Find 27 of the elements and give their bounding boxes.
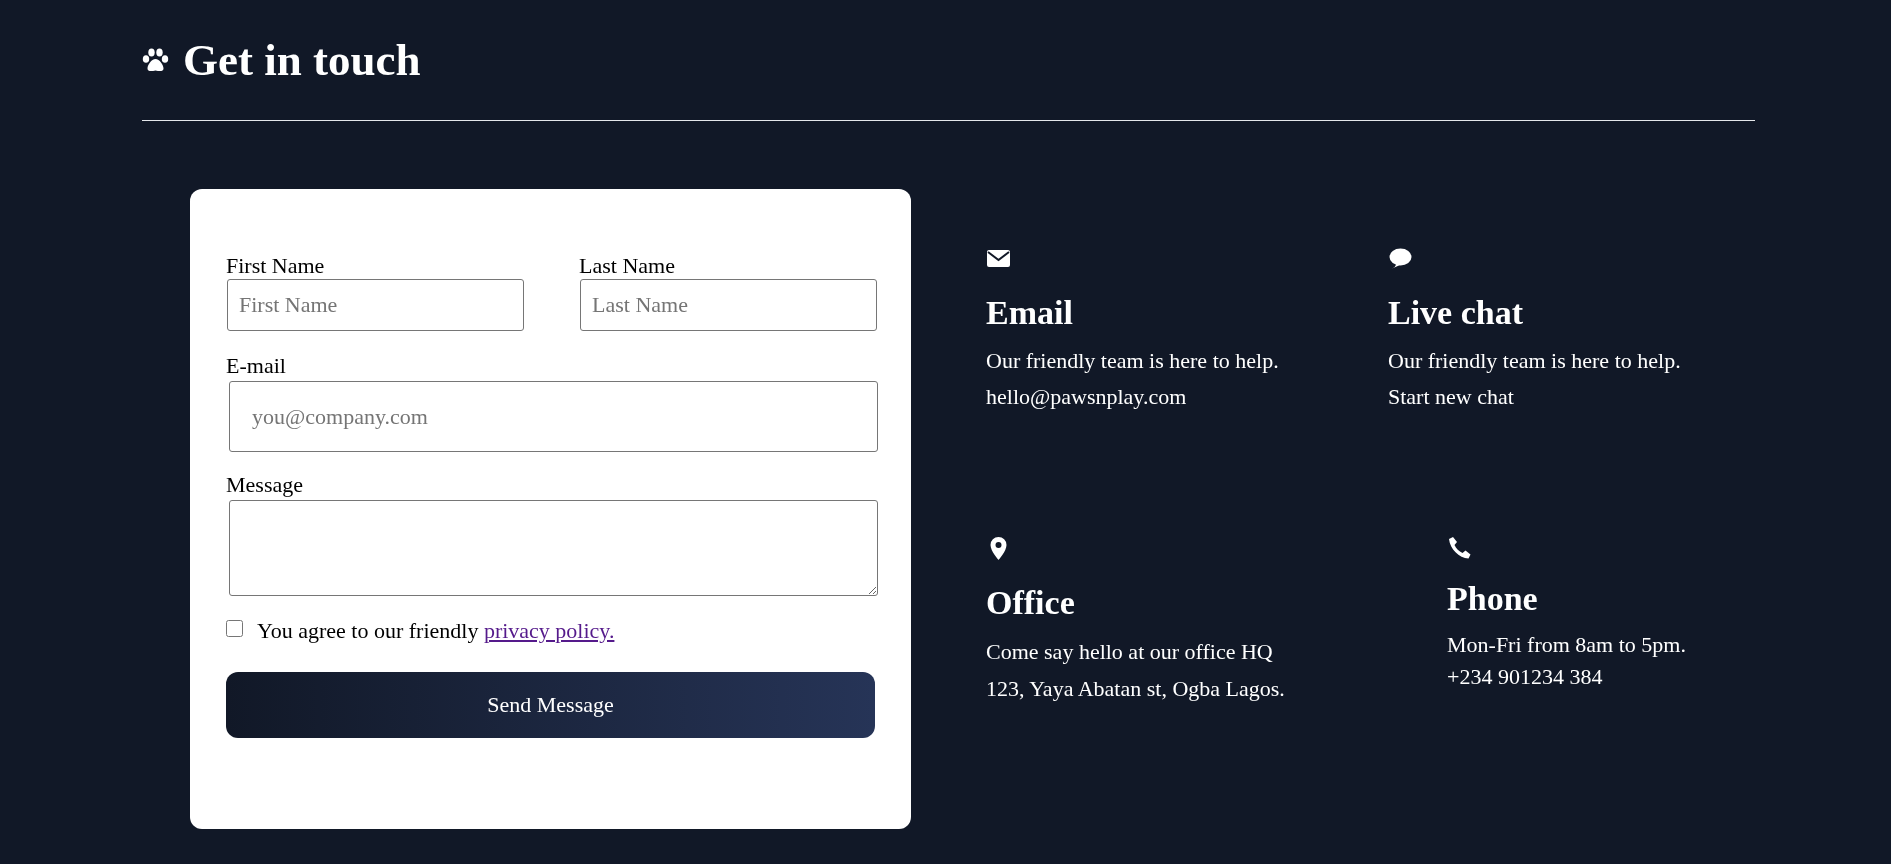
email-field[interactable]: you@company.com — [229, 381, 878, 452]
contact-title: Live chat — [1388, 293, 1525, 333]
field-label: First Name — [226, 253, 326, 279]
contact-text: +234 901234 384 — [1447, 663, 1604, 691]
contact-text: 123, Yaya Abatan st, Ogba Lagos. — [986, 675, 1286, 703]
contact-text: hello@pawsnplay.com — [986, 383, 1188, 411]
contact-text: Mon-Fri from 8am to 5pm. — [1447, 631, 1686, 659]
contact-text: Start new chat — [1388, 383, 1515, 411]
message-field[interactable] — [229, 500, 878, 596]
page-title: Get in touch — [183, 34, 421, 87]
contact-title: Office — [986, 583, 1076, 623]
agree-text: You agree to our friendly privacy policy. — [257, 618, 615, 644]
phone-icon — [1447, 536, 1472, 561]
agree-checkbox[interactable] — [226, 619, 243, 637]
last-name-field[interactable]: Last Name — [580, 279, 877, 331]
field-label: Last Name — [579, 253, 676, 279]
privacy-link[interactable]: privacy policy. — [483, 618, 615, 643]
contact-text: Our friendly team is here to help. — [986, 347, 1280, 375]
contact-text: Our friendly team is here to help. — [1388, 347, 1682, 375]
send-button[interactable]: Send Message — [226, 672, 875, 738]
contact-title: Phone — [1447, 579, 1539, 619]
field-label: E-mail — [226, 353, 287, 379]
contact-title: Email — [986, 293, 1074, 333]
paw-icon — [142, 48, 169, 72]
contact-text: Come say hello at our office HQ — [986, 638, 1274, 666]
first-name-field[interactable]: First Name — [227, 279, 524, 331]
field-label: Message — [226, 472, 304, 498]
